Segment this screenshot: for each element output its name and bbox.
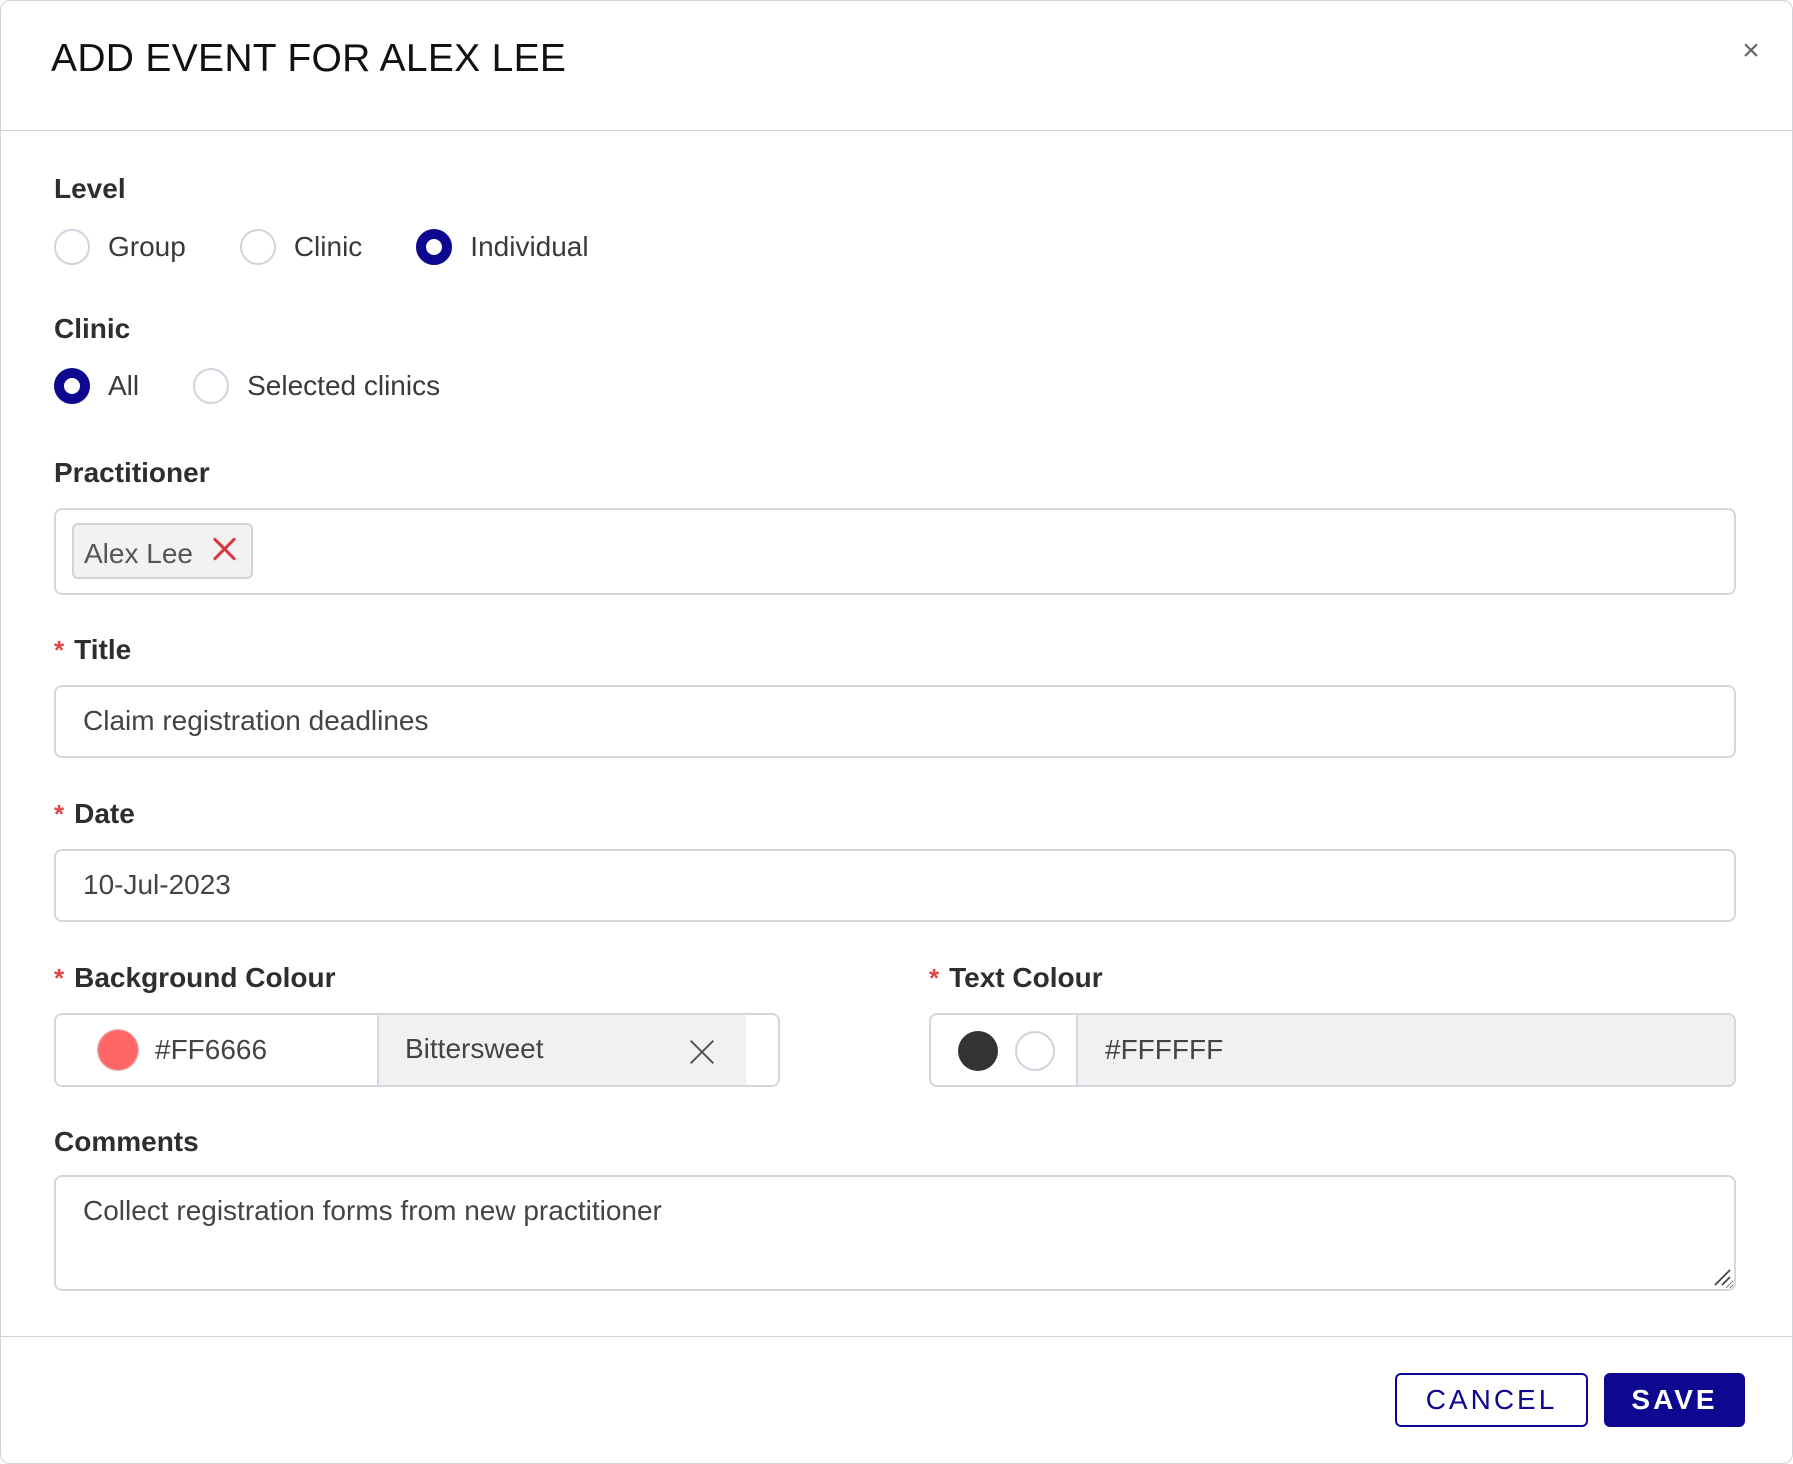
level-option-clinic[interactable]: Clinic (239, 229, 363, 265)
add-event-dialog: ADD EVENT FOR ALEX LEE × Level Group Cli… (0, 0, 1793, 1464)
level-label: Level (54, 173, 126, 204)
date-input[interactable]: 10-Jul-2023 (54, 849, 1736, 922)
save-button[interactable]: SAVE (1604, 1373, 1745, 1427)
clinic-label: Clinic (54, 313, 131, 344)
radio-label-group: Group (108, 231, 186, 262)
practitioner-multiselect[interactable]: Alex Lee (54, 508, 1736, 595)
date-label: * Date (54, 798, 135, 830)
background-colour-name-field: Bittersweet (379, 1015, 746, 1085)
resize-grip-icon[interactable] (1713, 1268, 1731, 1286)
text-colour-picker: #FFFFFF (929, 1013, 1736, 1087)
radio-label-selected-clinics: Selected clinics (247, 370, 441, 401)
radio-individual[interactable] (416, 229, 453, 265)
background-colour-name: Bittersweet (405, 1033, 544, 1064)
comments-textarea[interactable]: Collect registration forms from new prac… (54, 1175, 1736, 1291)
text-colour-hex-field: #FFFFFF (1078, 1015, 1734, 1085)
required-marker: * (54, 635, 65, 665)
clinic-option-all[interactable]: All (54, 368, 139, 404)
dialog-footer: CANCEL SAVE (1, 1336, 1792, 1463)
clinic-option-selected[interactable]: Selected clinics (193, 368, 440, 404)
level-option-group[interactable]: Group (54, 229, 186, 265)
comments-label: Comments (54, 1126, 199, 1157)
required-marker: * (54, 963, 65, 993)
text-colour-dark-swatch[interactable] (958, 1031, 998, 1071)
title-input-value: Claim registration deadlines (83, 705, 429, 736)
radio-group[interactable] (54, 229, 90, 265)
background-colour-swatch[interactable] (97, 1029, 139, 1071)
background-colour-hex[interactable]: #FF6666 (155, 1034, 267, 1066)
dialog-header: ADD EVENT FOR ALEX LEE × (1, 1, 1792, 131)
close-icon[interactable]: × (1731, 31, 1771, 71)
text-colour-label-text: Text Colour (949, 962, 1103, 993)
required-marker: * (54, 799, 65, 829)
clinic-radio-group: All Selected clinics (54, 368, 494, 404)
level-option-individual[interactable]: Individual (416, 229, 589, 265)
text-colour-hex: #FFFFFF (1105, 1034, 1224, 1065)
radio-label-individual: Individual (470, 231, 589, 262)
date-input-value: 10-Jul-2023 (83, 869, 231, 900)
background-colour-label-text: Background Colour (74, 962, 336, 993)
title-label-text: Title (74, 634, 132, 665)
radio-all[interactable] (54, 368, 90, 404)
title-input[interactable]: Claim registration deadlines (54, 685, 1736, 758)
practitioner-tag: Alex Lee (72, 523, 253, 579)
radio-clinic[interactable] (239, 229, 276, 265)
radio-label-clinic: Clinic (293, 231, 363, 262)
practitioner-tag-label: Alex Lee (84, 538, 193, 569)
required-marker: * (929, 963, 940, 993)
dialog-title: ADD EVENT FOR ALEX LEE (51, 37, 567, 80)
date-label-text: Date (74, 798, 135, 829)
background-colour-label: * Background Colour (54, 962, 335, 994)
text-colour-light-swatch[interactable] (1015, 1031, 1055, 1071)
practitioner-label: Practitioner (54, 457, 210, 488)
text-colour-label: * Text Colour (929, 962, 1103, 994)
background-colour-picker: #FF6666 Bittersweet (54, 1013, 780, 1087)
cancel-button[interactable]: CANCEL (1395, 1373, 1588, 1427)
radio-selected-clinics[interactable] (193, 368, 230, 404)
clear-colour-icon[interactable] (687, 1037, 717, 1067)
level-radio-group: Group Clinic Individual (54, 229, 643, 265)
title-label: * Title (54, 634, 131, 666)
remove-tag-icon[interactable] (209, 533, 239, 563)
radio-label-all: All (108, 370, 140, 401)
